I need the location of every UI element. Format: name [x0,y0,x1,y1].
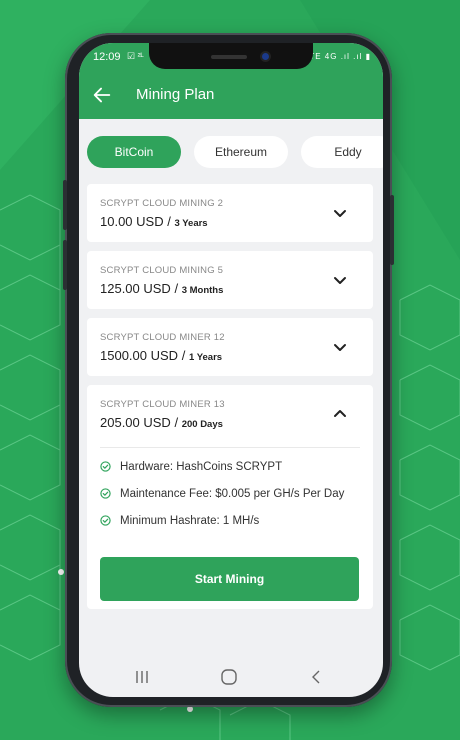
feature-text: Minimum Hashrate: 1 MH/s [120,515,260,527]
feature-item: Minimum Hashrate: 1 MH/s [100,515,259,527]
status-time: 12:09 [93,51,121,63]
plan-name: SCRYPT CLOUD MINING 2 [100,198,224,209]
chevron-down-icon[interactable] [333,273,347,287]
plan-price: 1500.00 USD [100,348,179,363]
home-icon[interactable] [219,667,239,687]
plan-card[interactable]: SCRYPT CLOUD MINING 5 125.00 USD / 3 Mon… [87,251,373,309]
plan-term: 3 Months [181,285,224,296]
coin-tabs: BitCoin Ethereum Eddy [87,136,383,168]
feature-text: Maintenance Fee: $0.005 per GH/s Per Day [120,488,345,500]
chevron-down-icon[interactable] [333,206,347,220]
plan-name: SCRYPT CLOUD MINING 5 [100,265,224,276]
plan-price-line: 205.00 USD / 200 Days [100,415,223,430]
phone-side-button [63,240,67,290]
system-nav-bar [79,659,383,697]
camera-notch [149,43,313,69]
plan-price: 205.00 USD [100,415,171,430]
phone-power-button [390,195,394,265]
speaker-grille [211,55,247,59]
plan-card[interactable]: SCRYPT CLOUD MINING 2 10.00 USD / 3 Year… [87,184,373,242]
price-separator: / [174,281,179,296]
phone-screen: 12:09 ☑ ²ᴸ VoLTE 4G .ıl .ıl ▮ Mining Pla… [79,43,383,697]
phone-side-button [63,180,67,230]
plan-term: 1 Years [188,352,223,363]
plan-name: SCRYPT CLOUD MINER 13 [100,399,225,410]
plan-term: 200 Days [181,419,223,430]
feature-item: Maintenance Fee: $0.005 per GH/s Per Day [100,488,344,500]
plan-name: SCRYPT CLOUD MINER 12 [100,332,225,343]
plan-card[interactable]: SCRYPT CLOUD MINER 12 1500.00 USD / 1 Ye… [87,318,373,376]
check-circle-icon [100,461,111,473]
recents-icon[interactable] [132,667,152,687]
feature-text: Hardware: HashCoins SCRYPT [120,461,283,473]
plan-price: 125.00 USD [100,281,171,296]
price-separator: / [174,415,179,430]
feature-item: Hardware: HashCoins SCRYPT [100,461,282,473]
page-title: Mining Plan [136,86,215,103]
chevron-down-icon[interactable] [333,340,347,354]
tab-ethereum[interactable]: Ethereum [194,136,288,168]
plan-price-line: 1500.00 USD / 1 Years [100,348,222,363]
plan-price-line: 10.00 USD / 3 Years [100,214,208,229]
tab-bitcoin[interactable]: BitCoin [87,136,181,168]
arrow-left-icon[interactable] [91,84,113,106]
price-separator: / [167,214,171,229]
tab-eddy[interactable]: Eddy [301,136,383,168]
start-mining-button[interactable]: Start Mining [100,557,359,601]
chevron-up-icon[interactable] [333,407,347,421]
front-camera [262,53,269,60]
check-circle-icon [100,515,111,527]
divider [100,447,360,448]
app-bar: Mining Plan [79,71,383,119]
plan-price-line: 125.00 USD / 3 Months [100,281,223,296]
plan-term: 3 Years [174,218,208,229]
status-notification-icons: ☑ ²ᴸ [127,51,144,61]
check-circle-icon [100,488,111,500]
plan-price: 10.00 USD [100,214,164,229]
price-separator: / [181,348,186,363]
back-icon[interactable] [306,667,326,687]
